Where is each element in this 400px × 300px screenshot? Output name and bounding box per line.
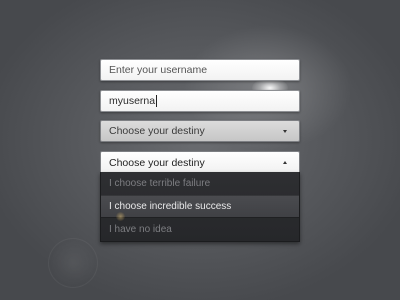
username-placeholder: Enter your username (109, 64, 208, 76)
destiny-dropdown-menu: I choose terrible failure I choose incre… (100, 172, 300, 242)
username-field-filled[interactable]: myuserna (100, 90, 300, 112)
option-terrible-failure[interactable]: I choose terrible failure (101, 172, 299, 195)
option-no-idea[interactable]: I have no idea (101, 218, 299, 241)
option-incredible-success[interactable]: I choose incredible success (101, 195, 299, 218)
lens-flare-dot (116, 212, 125, 221)
chevron-up-icon (283, 161, 287, 164)
username-input[interactable]: Enter your username (100, 59, 300, 81)
destiny-select-closed[interactable]: Choose your destiny (100, 120, 300, 142)
destiny-select-open-label: Choose your destiny (109, 156, 205, 169)
text-caret (156, 95, 158, 107)
chevron-down-icon (283, 129, 287, 133)
destiny-select-open[interactable]: Choose your destiny (100, 151, 300, 173)
username-value: myuserna (109, 95, 156, 107)
destiny-select-label: Choose your destiny (109, 125, 205, 137)
lens-ghost (48, 238, 98, 288)
